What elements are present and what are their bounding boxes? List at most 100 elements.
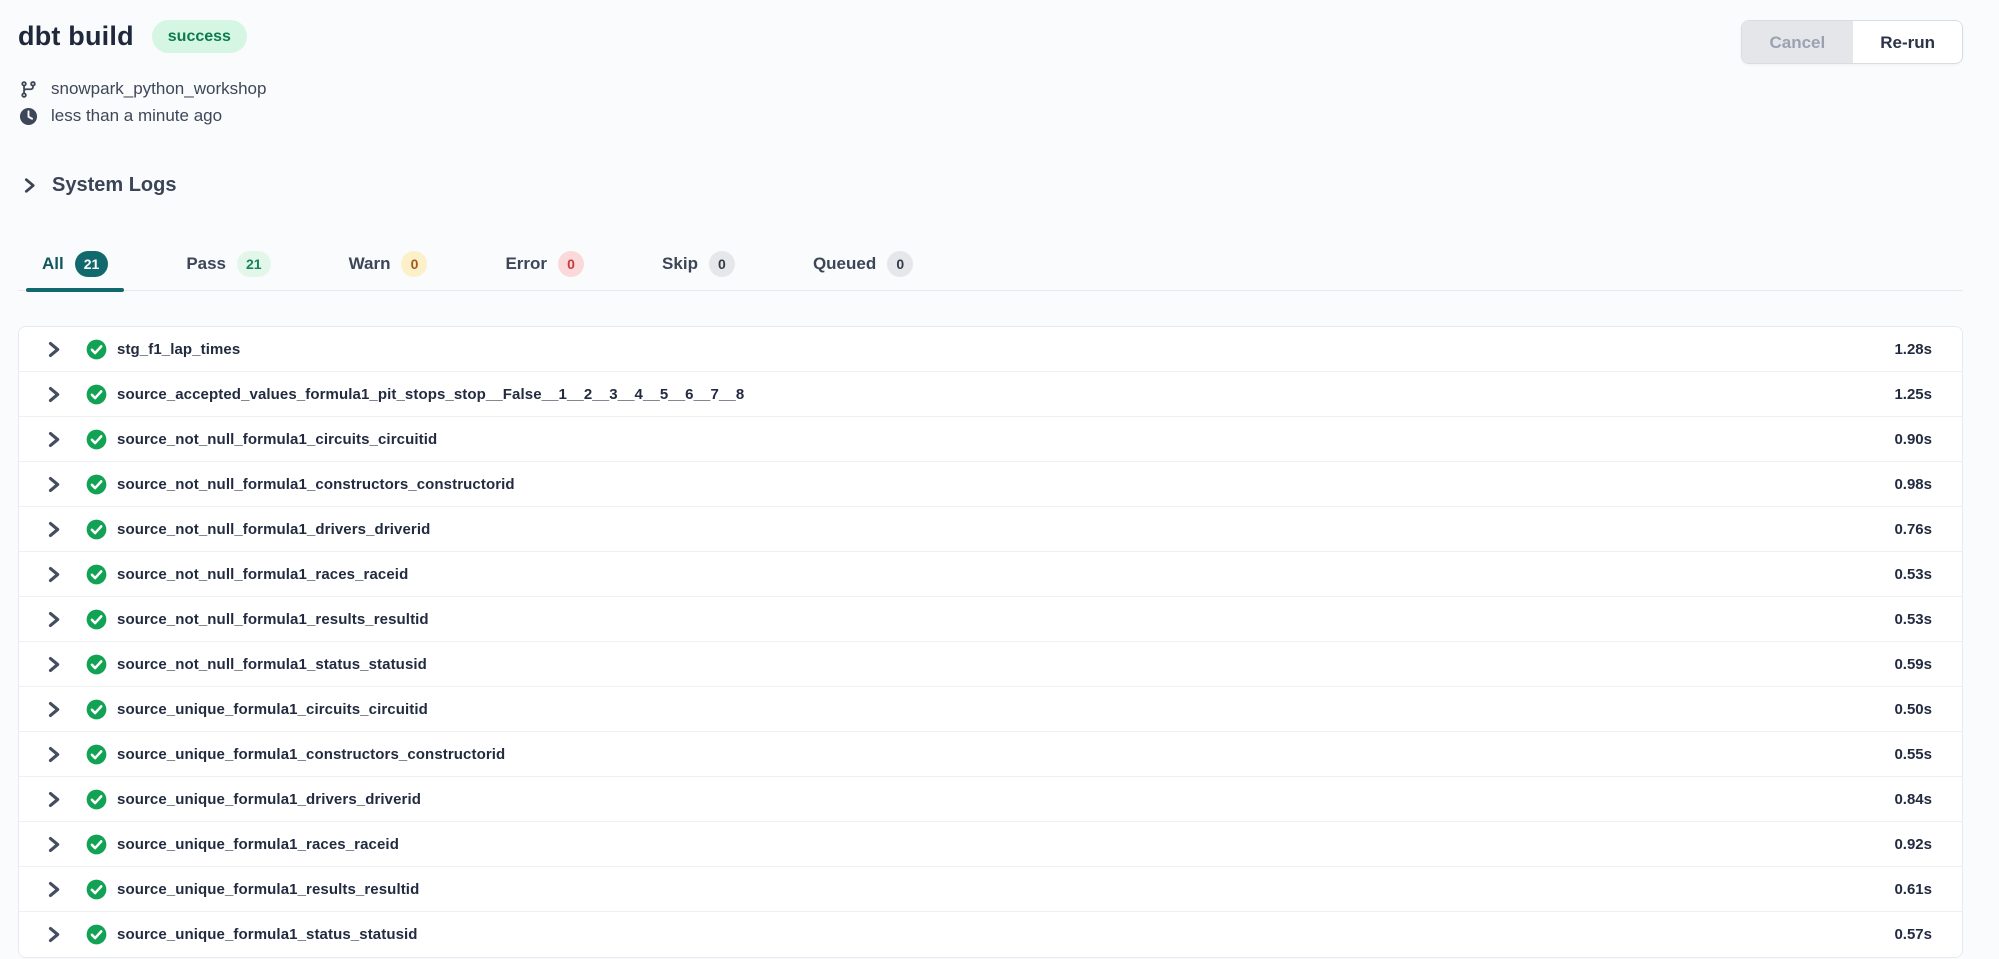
expand-chevron-icon[interactable] bbox=[45, 790, 62, 809]
cancel-button[interactable]: Cancel bbox=[1742, 21, 1852, 63]
result-name: source_unique_formula1_circuits_circuiti… bbox=[117, 701, 428, 718]
result-row[interactable]: stg_f1_lap_times 1.28s bbox=[19, 327, 1962, 372]
success-check-icon bbox=[86, 339, 107, 360]
success-check-icon bbox=[86, 924, 107, 945]
result-name: source_not_null_formula1_results_resulti… bbox=[117, 611, 429, 628]
success-check-icon bbox=[86, 789, 107, 810]
tab-all[interactable]: All 21 bbox=[26, 251, 124, 290]
title-wrap: dbt build success bbox=[18, 20, 247, 53]
expand-chevron-icon[interactable] bbox=[45, 700, 62, 719]
tabs: All 21 Pass 21 Warn 0 Error 0 Skip 0 Que… bbox=[18, 251, 1963, 291]
result-name: source_unique_formula1_races_raceid bbox=[117, 836, 399, 853]
success-check-icon bbox=[86, 564, 107, 585]
result-name: source_not_null_formula1_races_raceid bbox=[117, 566, 408, 583]
expand-chevron-icon[interactable] bbox=[45, 340, 62, 359]
result-duration: 0.84s bbox=[1894, 791, 1932, 808]
result-duration: 0.57s bbox=[1894, 926, 1932, 943]
expand-chevron-icon[interactable] bbox=[45, 835, 62, 854]
tab-label: Warn bbox=[349, 254, 391, 274]
result-duration: 0.92s bbox=[1894, 836, 1932, 853]
tab-count-badge: 0 bbox=[558, 251, 584, 277]
branch-name: snowpark_python_workshop bbox=[51, 79, 266, 99]
expand-chevron-icon[interactable] bbox=[45, 745, 62, 764]
chevron-right-icon bbox=[22, 177, 37, 194]
git-branch-icon bbox=[18, 80, 39, 99]
success-check-icon bbox=[86, 474, 107, 495]
clock-icon bbox=[18, 107, 39, 126]
tab-label: Skip bbox=[662, 254, 698, 274]
success-check-icon bbox=[86, 744, 107, 765]
result-duration: 0.53s bbox=[1894, 611, 1932, 628]
run-detail-page: dbt build success Cancel Re-run snowpark… bbox=[0, 0, 1999, 959]
expand-chevron-icon[interactable] bbox=[45, 655, 62, 674]
tab-label: Queued bbox=[813, 254, 876, 274]
result-name: source_unique_formula1_status_statusid bbox=[117, 926, 418, 943]
system-logs-toggle[interactable]: System Logs bbox=[18, 174, 176, 197]
tab-skip[interactable]: Skip 0 bbox=[646, 251, 751, 290]
run-meta: snowpark_python_workshop less than a min… bbox=[18, 79, 1963, 126]
result-row[interactable]: source_not_null_formula1_races_raceid 0.… bbox=[19, 552, 1962, 597]
tab-queued[interactable]: Queued 0 bbox=[797, 251, 929, 290]
header: dbt build success Cancel Re-run bbox=[18, 20, 1963, 64]
result-name: source_unique_formula1_results_resultid bbox=[117, 881, 419, 898]
expand-chevron-icon[interactable] bbox=[45, 430, 62, 449]
result-name: source_unique_formula1_drivers_driverid bbox=[117, 791, 421, 808]
branch-row: snowpark_python_workshop bbox=[18, 79, 1963, 99]
result-duration: 0.50s bbox=[1894, 701, 1932, 718]
run-actions: Cancel Re-run bbox=[1741, 20, 1963, 64]
expand-chevron-icon[interactable] bbox=[45, 520, 62, 539]
result-duration: 0.98s bbox=[1894, 476, 1932, 493]
result-row[interactable]: source_not_null_formula1_results_resulti… bbox=[19, 597, 1962, 642]
expand-chevron-icon[interactable] bbox=[45, 475, 62, 494]
page-title: dbt build bbox=[18, 21, 134, 52]
result-name: source_not_null_formula1_status_statusid bbox=[117, 656, 427, 673]
result-row[interactable]: source_not_null_formula1_constructors_co… bbox=[19, 462, 1962, 507]
result-duration: 0.90s bbox=[1894, 431, 1932, 448]
result-row[interactable]: source_unique_formula1_results_resultid … bbox=[19, 867, 1962, 912]
tab-label: Pass bbox=[186, 254, 226, 274]
expand-chevron-icon[interactable] bbox=[45, 880, 62, 899]
result-row[interactable]: source_unique_formula1_races_raceid 0.92… bbox=[19, 822, 1962, 867]
success-check-icon bbox=[86, 654, 107, 675]
expand-chevron-icon[interactable] bbox=[45, 385, 62, 404]
success-check-icon bbox=[86, 429, 107, 450]
result-row[interactable]: source_unique_formula1_drivers_driverid … bbox=[19, 777, 1962, 822]
result-name: source_not_null_formula1_drivers_driveri… bbox=[117, 521, 430, 538]
rerun-button[interactable]: Re-run bbox=[1852, 21, 1962, 63]
expand-chevron-icon[interactable] bbox=[45, 925, 62, 944]
tab-label: All bbox=[42, 254, 64, 274]
success-check-icon bbox=[86, 609, 107, 630]
result-name: source_unique_formula1_constructors_cons… bbox=[117, 746, 505, 763]
result-row[interactable]: source_unique_formula1_circuits_circuiti… bbox=[19, 687, 1962, 732]
results-list: stg_f1_lap_times 1.28s source_accepted_v… bbox=[18, 326, 1963, 958]
system-logs-label: System Logs bbox=[52, 174, 176, 197]
tab-error[interactable]: Error 0 bbox=[489, 251, 600, 290]
result-row[interactable]: source_not_null_formula1_circuits_circui… bbox=[19, 417, 1962, 462]
success-check-icon bbox=[86, 384, 107, 405]
result-name: stg_f1_lap_times bbox=[117, 341, 240, 358]
result-row[interactable]: source_not_null_formula1_drivers_driveri… bbox=[19, 507, 1962, 552]
tab-count-badge: 0 bbox=[709, 251, 735, 277]
success-check-icon bbox=[86, 699, 107, 720]
time-ago: less than a minute ago bbox=[51, 106, 222, 126]
success-check-icon bbox=[86, 834, 107, 855]
expand-chevron-icon[interactable] bbox=[45, 610, 62, 629]
result-row[interactable]: source_not_null_formula1_status_statusid… bbox=[19, 642, 1962, 687]
tab-label: Error bbox=[505, 254, 547, 274]
tab-count-badge: 21 bbox=[75, 251, 109, 277]
success-check-icon bbox=[86, 519, 107, 540]
tab-warn[interactable]: Warn 0 bbox=[333, 251, 444, 290]
result-duration: 0.76s bbox=[1894, 521, 1932, 538]
result-duration: 0.53s bbox=[1894, 566, 1932, 583]
result-row[interactable]: source_accepted_values_formula1_pit_stop… bbox=[19, 372, 1962, 417]
result-duration: 0.61s bbox=[1894, 881, 1932, 898]
tab-pass[interactable]: Pass 21 bbox=[170, 251, 286, 290]
expand-chevron-icon[interactable] bbox=[45, 565, 62, 584]
result-name: source_not_null_formula1_constructors_co… bbox=[117, 476, 515, 493]
result-row[interactable]: source_unique_formula1_status_statusid 0… bbox=[19, 912, 1962, 957]
tab-count-badge: 21 bbox=[237, 251, 271, 277]
result-name: source_not_null_formula1_circuits_circui… bbox=[117, 431, 437, 448]
result-row[interactable]: source_unique_formula1_constructors_cons… bbox=[19, 732, 1962, 777]
status-badge: success bbox=[152, 20, 247, 53]
success-check-icon bbox=[86, 879, 107, 900]
